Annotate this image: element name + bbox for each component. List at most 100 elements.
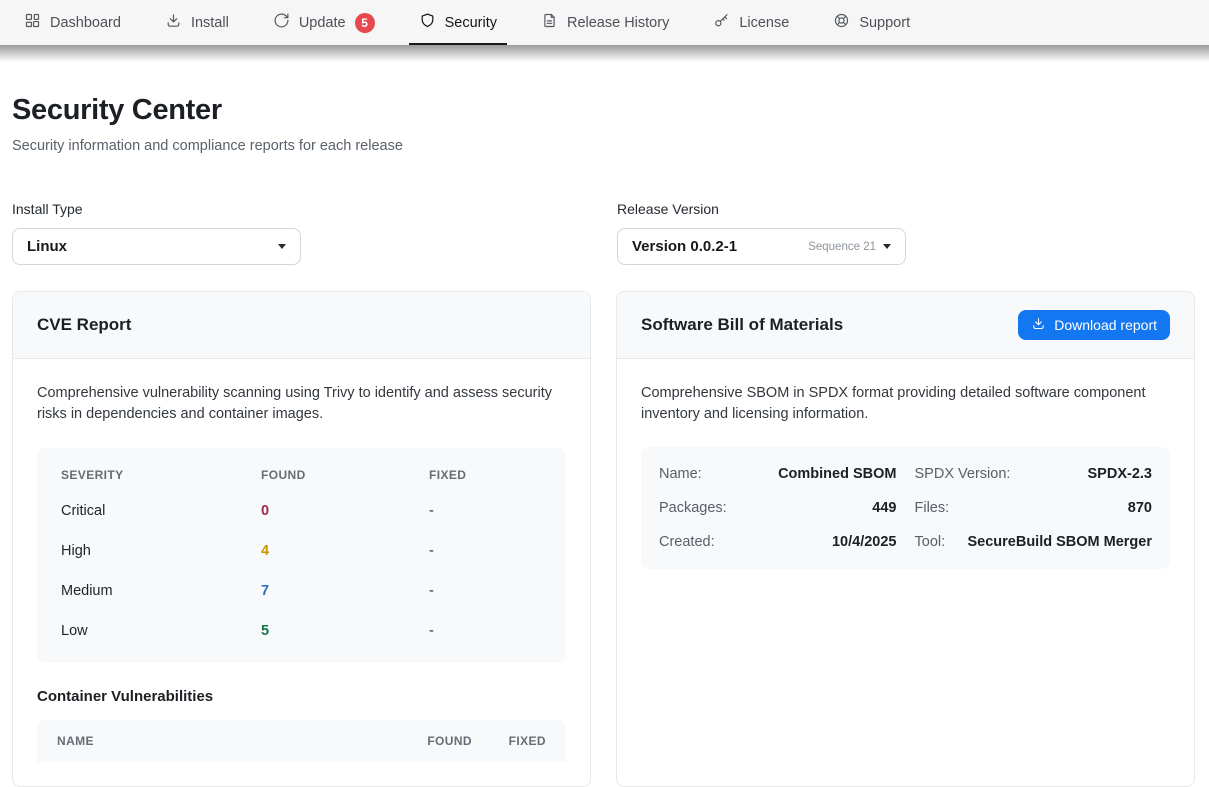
nav-label: Support bbox=[859, 15, 910, 31]
main-content: Security Center Security information and… bbox=[0, 94, 1209, 787]
chevron-down-icon bbox=[278, 244, 286, 249]
info-label: Created: bbox=[659, 534, 715, 550]
nav-item-license[interactable]: License bbox=[691, 0, 811, 45]
nav-item-security[interactable]: Security bbox=[397, 0, 519, 45]
column-header-name: NAME bbox=[57, 734, 384, 748]
nav-item-release-history[interactable]: Release History bbox=[519, 0, 691, 45]
download-icon bbox=[1031, 316, 1046, 334]
install-type-value: Linux bbox=[27, 238, 67, 255]
found-count: 0 bbox=[261, 491, 429, 531]
refresh-icon bbox=[273, 12, 290, 33]
active-tab-underline bbox=[409, 43, 507, 45]
column-header-fixed: FIXED bbox=[429, 456, 542, 491]
table-row: High 4 - bbox=[61, 531, 542, 571]
nav-item-update[interactable]: Update 5 bbox=[251, 0, 397, 45]
info-value: Combined SBOM bbox=[778, 466, 896, 482]
nav-label: Install bbox=[191, 15, 229, 31]
info-label: Packages: bbox=[659, 500, 727, 516]
info-label: SPDX Version: bbox=[915, 466, 1011, 482]
list-item: Created: 10/4/2025 bbox=[659, 525, 897, 559]
severity-label: Low bbox=[61, 611, 261, 651]
info-label: Tool: bbox=[915, 534, 946, 550]
container-vulnerabilities-header: NAME FOUND FIXED bbox=[37, 720, 566, 762]
nav-label: Release History bbox=[567, 15, 669, 31]
chevron-down-icon bbox=[883, 244, 891, 249]
fixed-count: - bbox=[429, 571, 542, 611]
nav-label: Update bbox=[299, 15, 346, 31]
sbom-info-grid: Name: Combined SBOM SPDX Version: SPDX-2… bbox=[641, 447, 1170, 569]
download-report-button[interactable]: Download report bbox=[1018, 310, 1170, 340]
top-navigation: Dashboard Install Update 5 Security Rele… bbox=[0, 0, 1209, 45]
cve-card-title: CVE Report bbox=[37, 315, 131, 335]
fixed-count: - bbox=[429, 611, 542, 651]
info-label: Files: bbox=[915, 500, 950, 516]
release-version-select[interactable]: Version 0.0.2-1 Sequence 21 bbox=[617, 228, 906, 265]
found-count: 7 bbox=[261, 571, 429, 611]
nav-label: License bbox=[739, 15, 789, 31]
install-type-filter: Install Type Linux bbox=[12, 201, 301, 265]
found-count: 5 bbox=[261, 611, 429, 651]
page-subtitle: Security information and compliance repo… bbox=[12, 138, 1195, 154]
cve-card-body: Comprehensive vulnerability scanning usi… bbox=[13, 359, 590, 786]
severity-table-header: SEVERITY FOUND FIXED bbox=[61, 456, 542, 491]
info-value: SPDX-2.3 bbox=[1088, 466, 1152, 482]
table-row: Critical 0 - bbox=[61, 491, 542, 531]
info-value: SecureBuild SBOM Merger bbox=[967, 534, 1152, 550]
list-item: Files: 870 bbox=[915, 491, 1153, 525]
filters-row: Install Type Linux Release Version Versi… bbox=[12, 201, 1195, 265]
column-header-severity: SEVERITY bbox=[61, 456, 261, 491]
info-value: 449 bbox=[872, 500, 896, 516]
list-item: Name: Combined SBOM bbox=[659, 457, 897, 491]
found-count: 4 bbox=[261, 531, 429, 571]
nav-label: Security bbox=[445, 15, 497, 31]
grid-icon bbox=[24, 12, 41, 33]
release-sequence-label: Sequence 21 bbox=[808, 241, 876, 253]
nav-label: Dashboard bbox=[50, 15, 121, 31]
sbom-card-header: Software Bill of Materials Download repo… bbox=[617, 292, 1194, 359]
list-item: Packages: 449 bbox=[659, 491, 897, 525]
column-header-found: FOUND bbox=[261, 456, 429, 491]
header-shadow bbox=[0, 45, 1209, 62]
cve-card-header: CVE Report bbox=[13, 292, 590, 359]
info-value: 10/4/2025 bbox=[832, 534, 897, 550]
info-label: Name: bbox=[659, 466, 702, 482]
sbom-card-body: Comprehensive SBOM in SPDX format provid… bbox=[617, 359, 1194, 593]
info-value: 870 bbox=[1128, 500, 1152, 516]
sbom-description: Comprehensive SBOM in SPDX format provid… bbox=[641, 383, 1170, 425]
sbom-card: Software Bill of Materials Download repo… bbox=[616, 291, 1195, 787]
key-icon bbox=[713, 12, 730, 33]
list-item: SPDX Version: SPDX-2.3 bbox=[915, 457, 1153, 491]
sbom-card-title: Software Bill of Materials bbox=[641, 315, 843, 335]
release-version-value: Version 0.0.2-1 bbox=[632, 238, 737, 255]
release-version-label: Release Version bbox=[617, 201, 906, 217]
cards-row: CVE Report Comprehensive vulnerability s… bbox=[12, 291, 1195, 787]
shield-icon bbox=[419, 12, 436, 33]
release-version-filter: Release Version Version 0.0.2-1 Sequence… bbox=[617, 201, 906, 265]
fixed-count: - bbox=[429, 531, 542, 571]
column-header-fixed: FIXED bbox=[498, 734, 546, 748]
nav-item-support[interactable]: Support bbox=[811, 0, 932, 45]
table-row: Low 5 - bbox=[61, 611, 542, 651]
column-header-found: FOUND bbox=[410, 734, 472, 748]
list-item: Tool: SecureBuild SBOM Merger bbox=[915, 525, 1153, 559]
update-count-badge: 5 bbox=[355, 13, 375, 33]
install-type-label: Install Type bbox=[12, 201, 301, 217]
severity-table: SEVERITY FOUND FIXED Critical 0 - High 4… bbox=[37, 448, 566, 663]
nav-item-dashboard[interactable]: Dashboard bbox=[2, 0, 143, 45]
table-row: Medium 7 - bbox=[61, 571, 542, 611]
fixed-count: - bbox=[429, 491, 542, 531]
container-vulnerabilities-table: NAME FOUND FIXED bbox=[37, 720, 566, 762]
severity-label: High bbox=[61, 531, 261, 571]
download-icon bbox=[165, 12, 182, 33]
file-text-icon bbox=[541, 12, 558, 33]
container-vulnerabilities-title: Container Vulnerabilities bbox=[37, 688, 566, 705]
severity-label: Medium bbox=[61, 571, 261, 611]
cve-report-card: CVE Report Comprehensive vulnerability s… bbox=[12, 291, 591, 787]
download-report-label: Download report bbox=[1054, 317, 1157, 333]
lifebuoy-icon bbox=[833, 12, 850, 33]
install-type-select[interactable]: Linux bbox=[12, 228, 301, 265]
page-title: Security Center bbox=[12, 94, 1195, 127]
severity-label: Critical bbox=[61, 491, 261, 531]
cve-description: Comprehensive vulnerability scanning usi… bbox=[37, 383, 566, 425]
nav-item-install[interactable]: Install bbox=[143, 0, 251, 45]
